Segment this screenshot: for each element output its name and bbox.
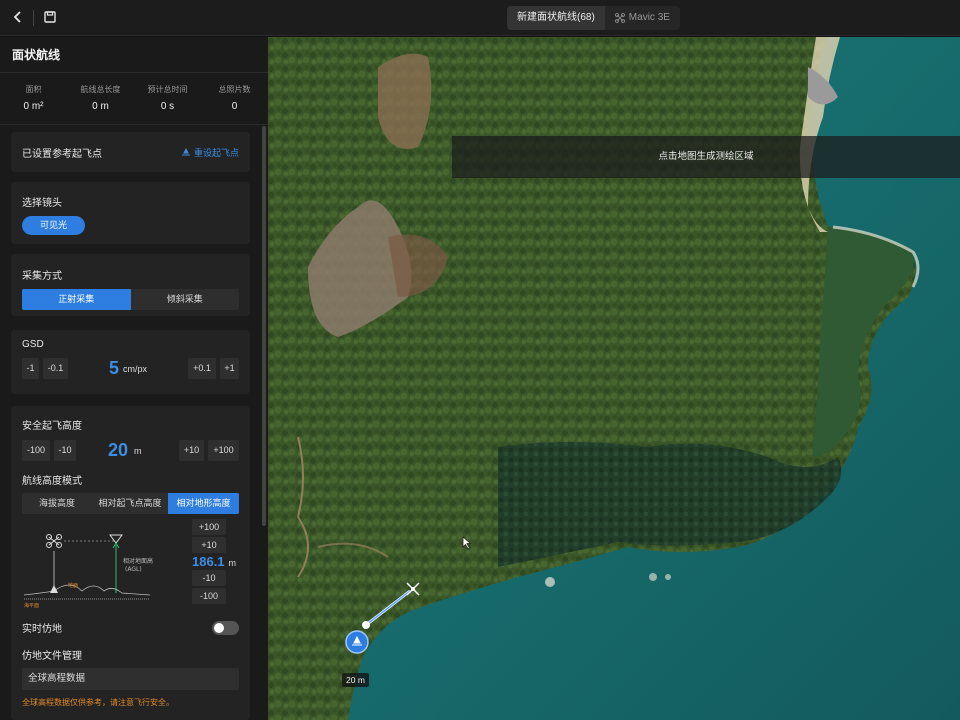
tab-drone[interactable]: Mavic 3E (605, 6, 680, 30)
gsd-stepper: -1 -0.1 5 cm/px +0.1 +1 (22, 358, 239, 379)
gsd-card: GSD -1 -0.1 5 cm/px +0.1 +1 (11, 330, 250, 394)
stat-photo-count: 总照片数 0 (201, 73, 268, 124)
stat-label: 面积 (25, 85, 42, 94)
gsd-title: GSD (22, 339, 44, 350)
tab-route[interactable]: 新建面状航线(68) (507, 6, 605, 30)
safe-height-stepper: -100 -10 20 m +10 +100 (22, 440, 239, 461)
height-plus-10-button[interactable]: +10 (179, 440, 204, 461)
altitude-mode-asl[interactable]: 海拔高度 (22, 493, 92, 514)
stat-value: 0 (231, 101, 238, 112)
drone-icon (46, 534, 62, 548)
lens-visible-button[interactable]: 可见光 (22, 216, 86, 235)
stat-route-length: 航线总长度 0 m (67, 73, 134, 124)
reset-takeoff-button[interactable]: 重设起飞点 (181, 146, 239, 159)
waypoint-marker-icon (109, 534, 123, 544)
agl-minus-100-button[interactable]: -100 (192, 588, 226, 604)
agl-plus-100-button[interactable]: +100 (192, 519, 226, 535)
safe-height-value-display: 20 m (76, 440, 179, 461)
drone-icon (614, 13, 625, 23)
lens-title: 选择镜头 (22, 198, 62, 209)
mouse-cursor-icon (462, 536, 472, 550)
back-arrow-icon[interactable] (10, 9, 26, 25)
gsd-minus-0.1-button[interactable]: -0.1 (43, 358, 68, 379)
capture-title: 采集方式 (22, 271, 62, 282)
height-minus-10-button[interactable]: -10 (54, 440, 76, 461)
toggle-knob (214, 622, 224, 633)
altitude-diagram-area: 相对地面高 (AGL) 地面 海平面 +100 +10 186.1 m -10 … (22, 517, 239, 617)
tab-drone-label: Mavic 3E (628, 12, 670, 23)
gsd-minus-1-button[interactable]: -1 (22, 358, 39, 379)
stat-total-time: 预计总时间 0 s (134, 73, 201, 124)
map-view[interactable]: 点击地图生成测绘区域 20 m (268, 37, 960, 720)
panel-title: 面状航线 (0, 37, 268, 73)
stat-value: 0 m (92, 101, 109, 112)
scrollbar[interactable] (262, 126, 266, 526)
safe-height-unit: m (134, 445, 142, 456)
stat-value: 0 s (160, 101, 175, 112)
map-hint-banner: 点击地图生成测绘区域 (452, 136, 960, 178)
stat-label: 总照片数 (218, 85, 251, 94)
height-minus-100-button[interactable]: -100 (22, 440, 50, 461)
stat-area: 面积 0 m² (0, 73, 67, 124)
safe-height-value: 20 (108, 440, 129, 460)
agl-minus-10-button[interactable]: -10 (192, 570, 226, 586)
capture-ortho-option[interactable]: 正射采集 (22, 289, 131, 310)
takeoff-point-icon[interactable] (345, 630, 369, 654)
gsd-unit: cm/px (123, 363, 148, 374)
terrain-warning: 全球高程数据仅供参考，请注意飞行安全。 (22, 698, 174, 707)
safe-height-title: 安全起飞高度 (22, 421, 82, 432)
divider (33, 10, 34, 26)
route-tabs: 新建面状航线(68) Mavic 3E (507, 6, 680, 30)
agl-diagram: 相对地面高 (AGL) 地面 海平面 (23, 534, 153, 609)
settings-scroll-area: 已设置参考起飞点 重设起飞点 选择镜头 可见光 采集方式 正射采集 倾斜采集 G… (0, 126, 268, 720)
agl-label-abbr: (AGL) (125, 566, 142, 573)
capture-mode-selector: 正射采集 倾斜采集 (22, 289, 239, 310)
stat-value: 0 m² (23, 101, 44, 112)
agl-value: 186.1 (192, 554, 225, 569)
altitude-mode-title: 航线高度模式 (22, 476, 82, 487)
lens-card: 选择镜头 可见光 (11, 182, 250, 244)
reset-takeoff-label: 重设起飞点 (193, 147, 239, 158)
sea-level-label: 海平面 (24, 602, 39, 609)
height-plus-100-button[interactable]: +100 (208, 440, 239, 461)
altitude-mode-relative-takeoff[interactable]: 相对起飞点高度 (92, 493, 168, 514)
gsd-plus-1-button[interactable]: +1 (220, 358, 239, 379)
save-icon[interactable] (42, 9, 58, 25)
capture-oblique-option[interactable]: 倾斜采集 (131, 289, 240, 310)
takeoff-status: 已设置参考起飞点 (22, 148, 102, 160)
agl-stepper: +100 +10 186.1 m -10 -100 (192, 519, 242, 604)
agl-unit: m (228, 558, 237, 568)
altitude-mode-relative-terrain[interactable]: 相对地形高度 (168, 493, 239, 514)
agl-value-display: 186.1 m (192, 554, 252, 569)
height-card: 安全起飞高度 -100 -10 20 m +10 +100 航线高度模式 海拔高… (11, 406, 250, 720)
stats-row: 面积 0 m² 航线总长度 0 m 预计总时间 0 s 总照片数 0 (0, 73, 268, 125)
sidebar: 面状航线 面积 0 m² 航线总长度 0 m 预计总时间 0 s 总照片数 0 … (0, 37, 268, 720)
top-bar: 新建面状航线(68) Mavic 3E (0, 0, 960, 36)
terrain-file-select[interactable]: 全球高程数据 (22, 668, 239, 690)
gsd-value-display: 5 cm/px (68, 358, 188, 379)
gsd-plus-0.1-button[interactable]: +0.1 (188, 358, 216, 379)
map-scale: 20 m (342, 673, 369, 687)
takeoff-card: 已设置参考起飞点 重设起飞点 (11, 132, 250, 172)
realtime-follow-label: 实时仿地 (22, 624, 62, 635)
terrain-file-title: 仿地文件管理 (22, 651, 82, 662)
tab-route-label: 新建面状航线(68) (517, 12, 595, 23)
ground-label: 地面 (68, 582, 78, 589)
stat-label: 预计总时间 (147, 85, 188, 94)
capture-card: 采集方式 正射采集 倾斜采集 (11, 254, 250, 316)
altitude-mode-selector: 海拔高度 相对起飞点高度 相对地形高度 (22, 493, 239, 514)
agl-label: 相对地面高 (123, 557, 153, 565)
realtime-follow-toggle[interactable] (212, 620, 239, 635)
agl-plus-10-button[interactable]: +10 (192, 537, 226, 553)
gsd-value: 5 (108, 358, 119, 378)
takeoff-icon (181, 147, 190, 156)
realtime-follow-row: 实时仿地 (22, 620, 239, 635)
stat-label: 航线总长度 (80, 85, 121, 94)
waypoint-dot[interactable] (362, 621, 370, 629)
